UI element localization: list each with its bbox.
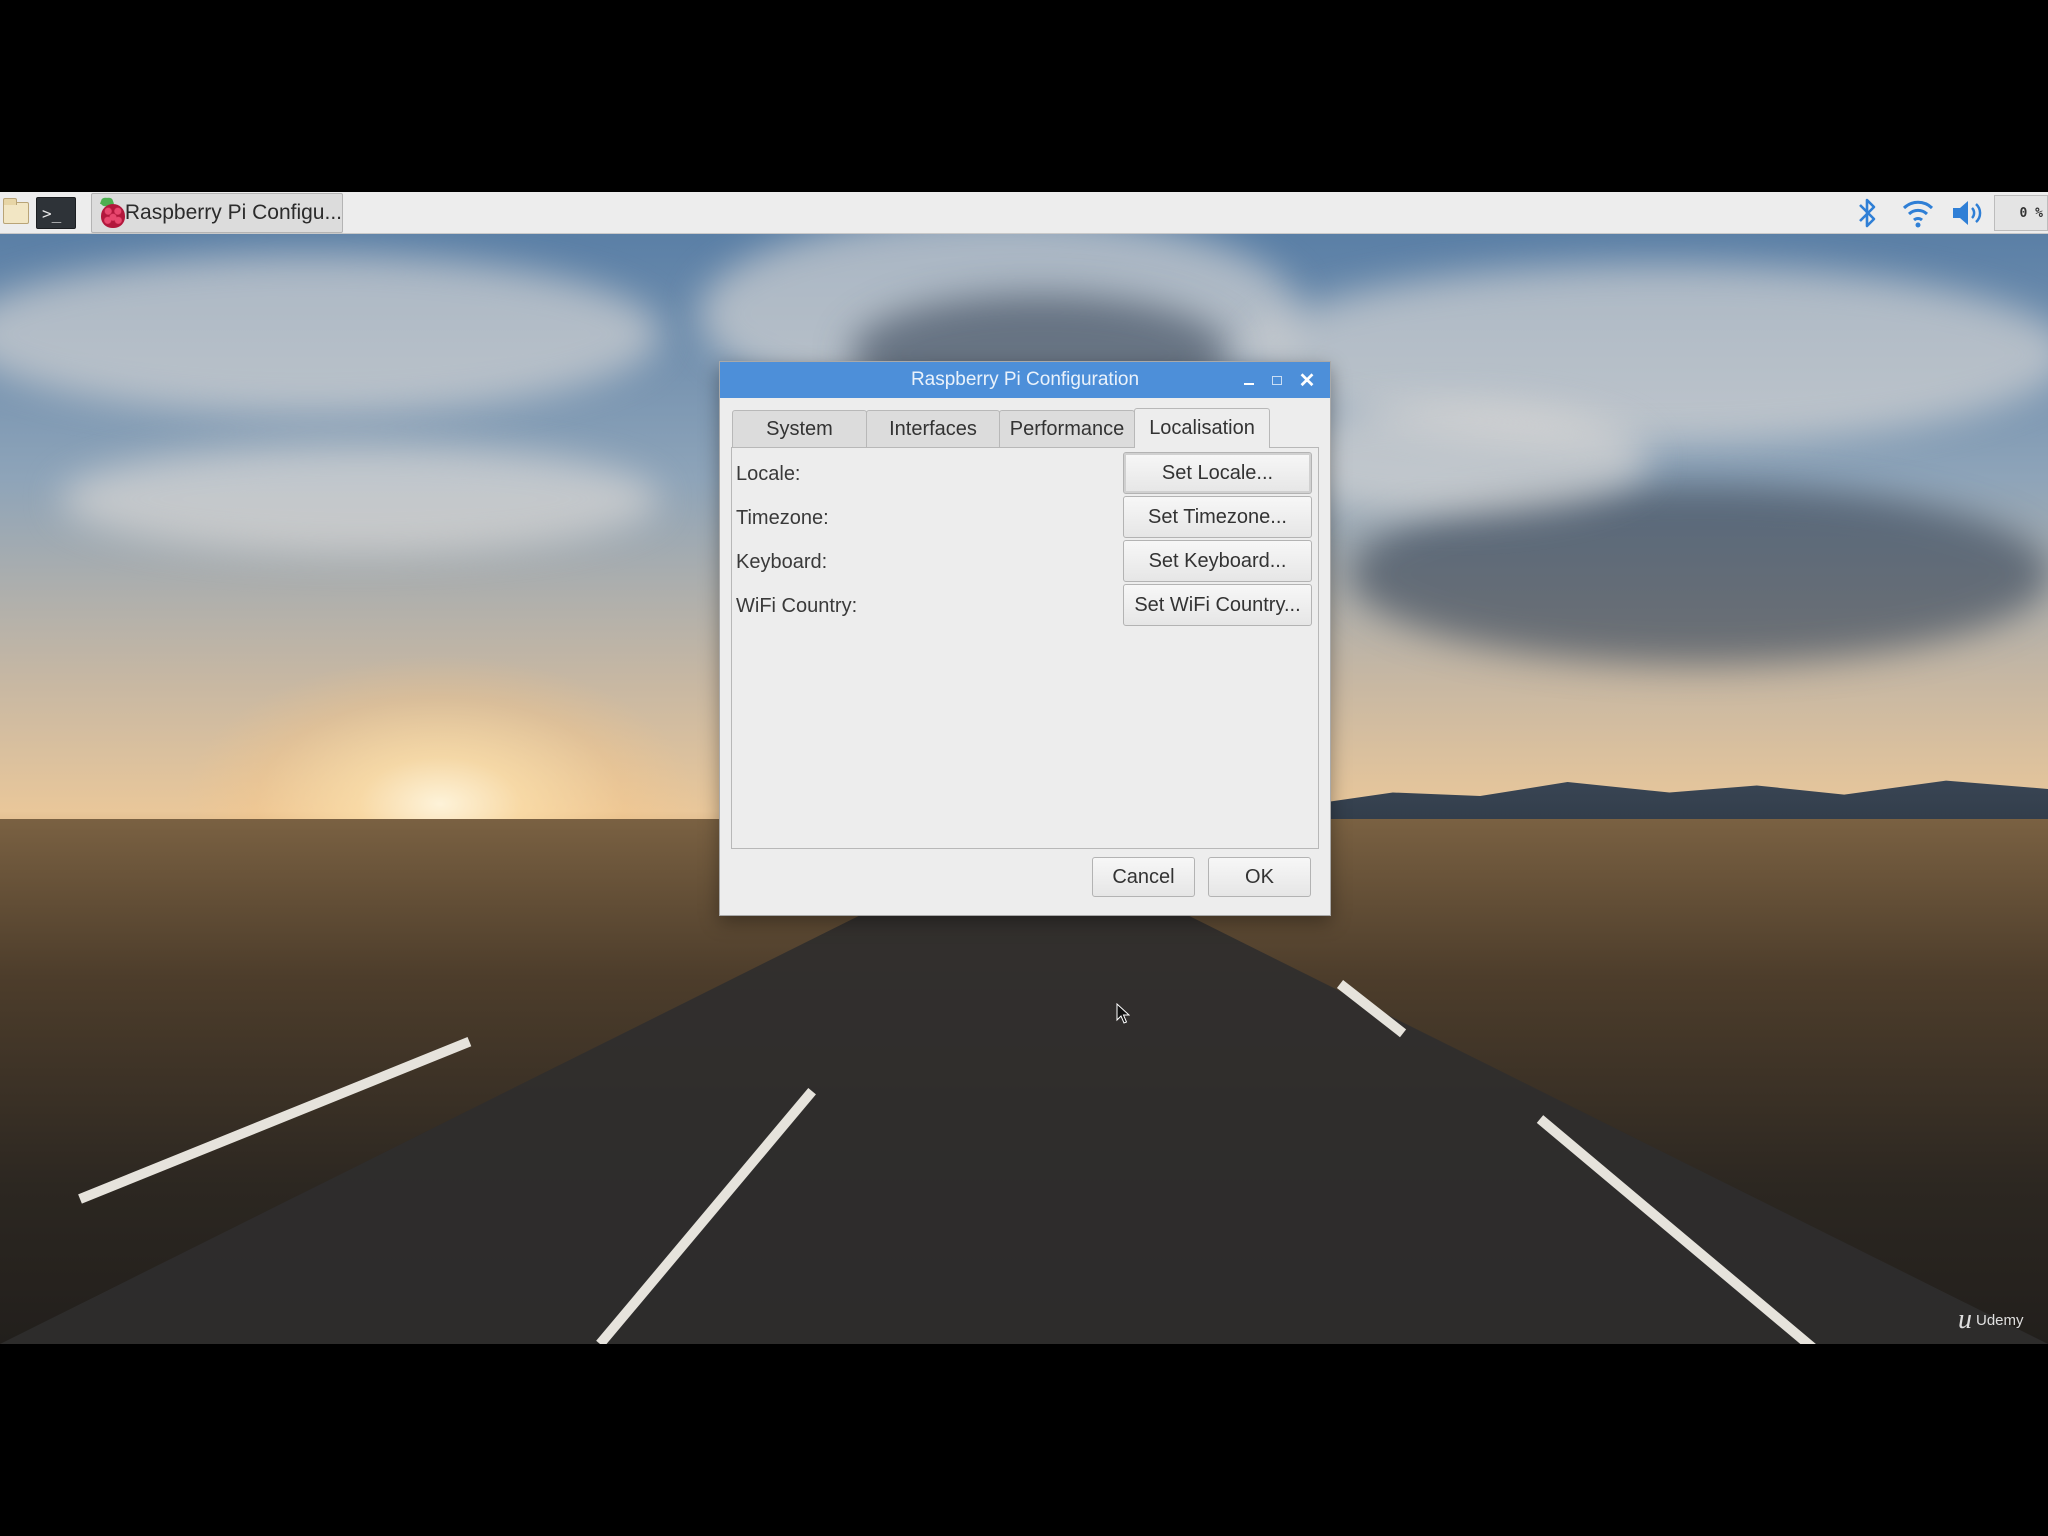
udemy-logo-icon: u: [1958, 1304, 1972, 1335]
keyboard-row: Keyboard: Set Keyboard...: [732, 540, 1318, 584]
minimize-icon: [1244, 383, 1254, 385]
wifi-country-label: WiFi Country:: [736, 594, 858, 617]
wifi-country-row: WiFi Country: Set WiFi Country...: [732, 584, 1318, 628]
locale-label: Locale:: [736, 462, 801, 485]
dialog-titlebar[interactable]: Raspberry Pi Configuration ✕: [720, 362, 1330, 398]
cpu-usage-monitor[interactable]: 0 %: [1994, 195, 2048, 231]
taskbar-window-button[interactable]: Raspberry Pi Configu...: [91, 193, 343, 233]
tab-bar: System Interfaces Performance Localisati…: [732, 408, 1270, 448]
tab-performance[interactable]: Performance: [999, 410, 1135, 448]
raspberry-pi-icon: [98, 196, 125, 228]
bluetooth-icon[interactable]: [1855, 192, 1885, 234]
volume-icon[interactable]: [1950, 192, 1990, 234]
close-button[interactable]: ✕: [1294, 362, 1320, 398]
tab-system[interactable]: System: [732, 410, 867, 448]
keyboard-label: Keyboard:: [736, 550, 828, 573]
maximize-icon: [1272, 375, 1282, 385]
ok-button[interactable]: OK: [1208, 857, 1311, 897]
close-icon: ✕: [1298, 369, 1316, 392]
timezone-label: Timezone:: [736, 506, 829, 529]
taskbar-window-label: Raspberry Pi Configu...: [124, 201, 342, 224]
udemy-watermark-text: Udemy: [1976, 1311, 2024, 1329]
set-keyboard-button[interactable]: Set Keyboard...: [1123, 540, 1312, 582]
set-locale-button[interactable]: Set Locale...: [1123, 452, 1312, 494]
mouse-pointer-icon: [1116, 1002, 1131, 1025]
terminal-launcher[interactable]: >_: [34, 195, 78, 231]
set-timezone-button[interactable]: Set Timezone...: [1123, 496, 1312, 538]
locale-row: Locale: Set Locale...: [732, 452, 1318, 496]
dialog-title: Raspberry Pi Configuration: [910, 369, 1140, 390]
tab-interfaces[interactable]: Interfaces: [866, 410, 1000, 448]
maximize-button[interactable]: [1264, 362, 1290, 398]
localisation-panel: Locale: Set Locale... Timezone: Set Time…: [731, 447, 1319, 849]
file-manager-launcher[interactable]: [0, 195, 32, 231]
tab-localisation[interactable]: Localisation: [1134, 408, 1270, 448]
cancel-button[interactable]: Cancel: [1092, 857, 1195, 897]
minimize-button[interactable]: [1236, 362, 1262, 398]
terminal-icon: >_: [36, 197, 76, 229]
udemy-watermark: u Udemy: [1958, 1304, 2024, 1335]
timezone-row: Timezone: Set Timezone...: [732, 496, 1318, 540]
raspberry-pi-configuration-dialog: Raspberry Pi Configuration ✕ System Inte…: [719, 361, 1331, 916]
wifi-icon[interactable]: [1900, 192, 1940, 234]
taskbar: >_ Raspberry Pi Configu... 0 %: [0, 192, 2048, 234]
folder-icon: [3, 198, 29, 224]
set-wifi-country-button[interactable]: Set WiFi Country...: [1123, 584, 1312, 626]
